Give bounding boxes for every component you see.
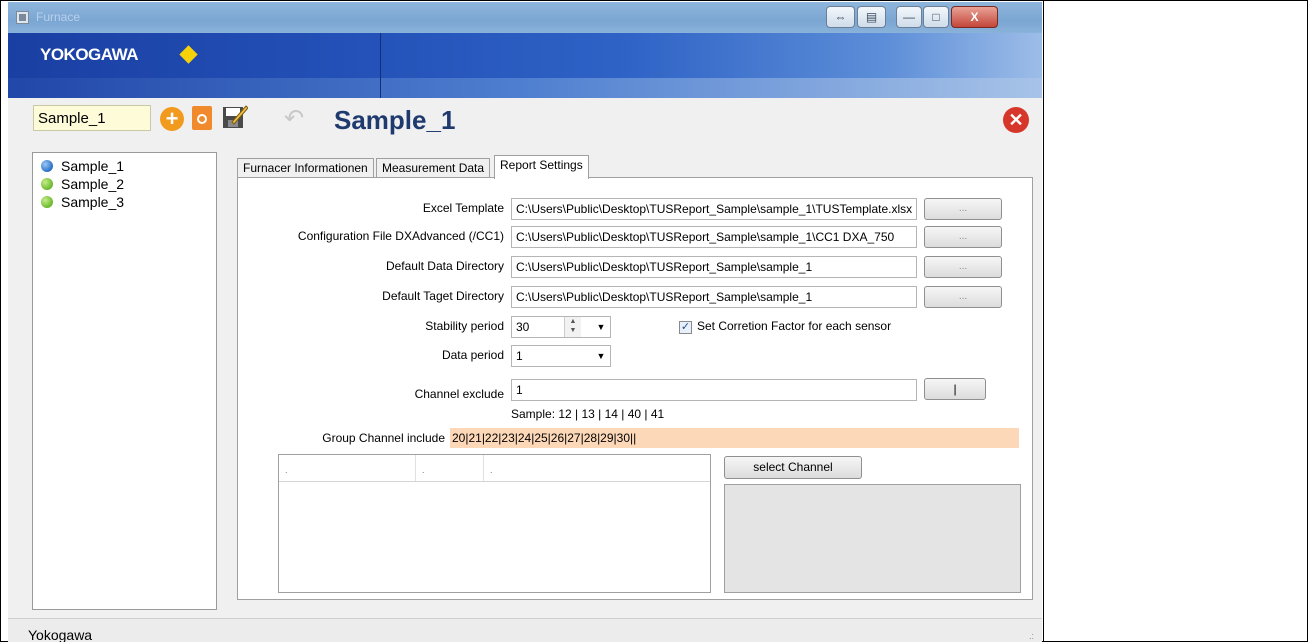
data-period-select[interactable]: 1 ▼ [511, 345, 611, 367]
excel-template-field[interactable]: C:\Users\Public\Desktop\TUSReport_Sample… [511, 198, 917, 220]
toolbar: + ↶ Sample_1 ✕ [8, 98, 1042, 146]
sample-list: Sample_1 Sample_2 Sample_3 [32, 152, 217, 610]
correction-factor-label: Set Corretion Factor for each sensor [697, 319, 892, 333]
tab-furnacer-informationen[interactable]: Furnacer Informationen [237, 158, 374, 178]
correction-factor-checkbox[interactable]: ✓ [679, 321, 692, 334]
channel-exclude-hint: Sample: 12 | 13 | 14 | 40 | 41 [511, 407, 665, 421]
list-item-label: Sample_3 [61, 194, 125, 210]
select-channel-button[interactable]: select Channel [724, 456, 862, 479]
grid-column-header[interactable]: . [484, 455, 544, 481]
menu-button[interactable]: ▤ [857, 6, 886, 28]
config-file-browse-button[interactable]: ... [924, 226, 1002, 248]
list-item-sample-3[interactable]: Sample_3 [33, 193, 216, 211]
undo-icon[interactable]: ↶ [284, 107, 310, 131]
stability-period-spinner[interactable]: 30 ▲ ▼ ▼ [511, 316, 611, 338]
target-directory-browse-button[interactable]: ... [924, 286, 1002, 308]
title-bar: Furnace ⇔ ▤ — □ X [8, 2, 1042, 33]
report-settings-panel: Excel Template C:\Users\Public\Desktop\T… [237, 177, 1033, 600]
list-item-sample-1[interactable]: Sample_1 [33, 157, 216, 175]
logo-diamond-icon [179, 45, 198, 64]
config-file-field[interactable]: C:\Users\Public\Desktop\TUSReport_Sample… [511, 226, 917, 248]
minimize-button[interactable]: — [896, 6, 922, 28]
chevron-down-icon[interactable]: ▼ [594, 317, 608, 337]
group-channel-label: Group Channel include [322, 431, 445, 445]
status-dot-icon [41, 196, 53, 208]
data-directory-browse-button[interactable]: ... [924, 256, 1002, 278]
grid-column-header[interactable]: . [416, 455, 484, 481]
chevron-down-icon[interactable]: ▼ [594, 346, 608, 366]
spinner-arrows-icon[interactable]: ▲ ▼ [564, 317, 581, 337]
excel-template-label: Excel Template [422, 201, 504, 215]
close-icon[interactable]: ✕ [1003, 107, 1029, 133]
grid-header: . . . [279, 455, 710, 482]
status-bar: Yokogawa .: [8, 618, 1042, 642]
app-window: Furnace ⇔ ▤ — □ X YOKOGAWA + ↶ Sample_1 … [8, 2, 1042, 642]
maximize-button[interactable]: □ [923, 6, 949, 28]
save-icon[interactable] [222, 104, 249, 130]
data-directory-label: Default Data Directory [385, 259, 504, 273]
group-channel-field[interactable]: 20|21|22|23|24|25|26|27|28|29|30|| [450, 428, 1019, 448]
status-text: Yokogawa [28, 627, 93, 642]
stability-period-label: Stability period [425, 319, 504, 333]
app-icon [16, 11, 29, 24]
add-icon[interactable]: + [160, 107, 184, 131]
close-window-button[interactable]: X [951, 6, 998, 28]
target-directory-label: Default Taget Directory [382, 289, 504, 303]
resize-grip-icon[interactable]: .: [1029, 631, 1034, 641]
data-period-label: Data period [441, 348, 504, 362]
page-divider [1043, 0, 1044, 642]
brand-banner: YOKOGAWA [8, 33, 1042, 98]
tab-measurement-data[interactable]: Measurement Data [376, 158, 491, 178]
page-title: Sample_1 [334, 105, 456, 135]
window-title: Furnace [36, 10, 81, 24]
status-dot-icon [41, 178, 53, 190]
list-item-label: Sample_2 [61, 176, 125, 192]
list-item-sample-2[interactable]: Sample_2 [33, 175, 216, 193]
tab-report-settings[interactable]: Report Settings [494, 155, 589, 179]
channel-exclude-field[interactable]: 1 [511, 379, 917, 401]
data-directory-field[interactable]: C:\Users\Public\Desktop\TUSReport_Sample… [511, 256, 917, 278]
status-dot-icon [41, 160, 53, 172]
excel-template-browse-button[interactable]: ... [924, 198, 1002, 220]
selected-channels-box [724, 484, 1021, 593]
yokogawa-logo: YOKOGAWA [40, 45, 139, 64]
nav-arrows-button[interactable]: ⇔ [826, 6, 855, 28]
config-file-label: Configuration File DXAdvanced (/CC1) [297, 229, 504, 243]
grid-column-header[interactable]: . [279, 455, 416, 481]
channel-exclude-button[interactable]: | [924, 378, 986, 400]
target-directory-field[interactable]: C:\Users\Public\Desktop\TUSReport_Sample… [511, 286, 917, 308]
sample-name-input[interactable] [33, 105, 151, 131]
channel-exclude-label: Channel exclude [414, 387, 504, 401]
list-item-label: Sample_1 [61, 158, 125, 174]
channel-grid[interactable]: . . . [278, 454, 711, 593]
delete-icon[interactable] [192, 106, 212, 130]
